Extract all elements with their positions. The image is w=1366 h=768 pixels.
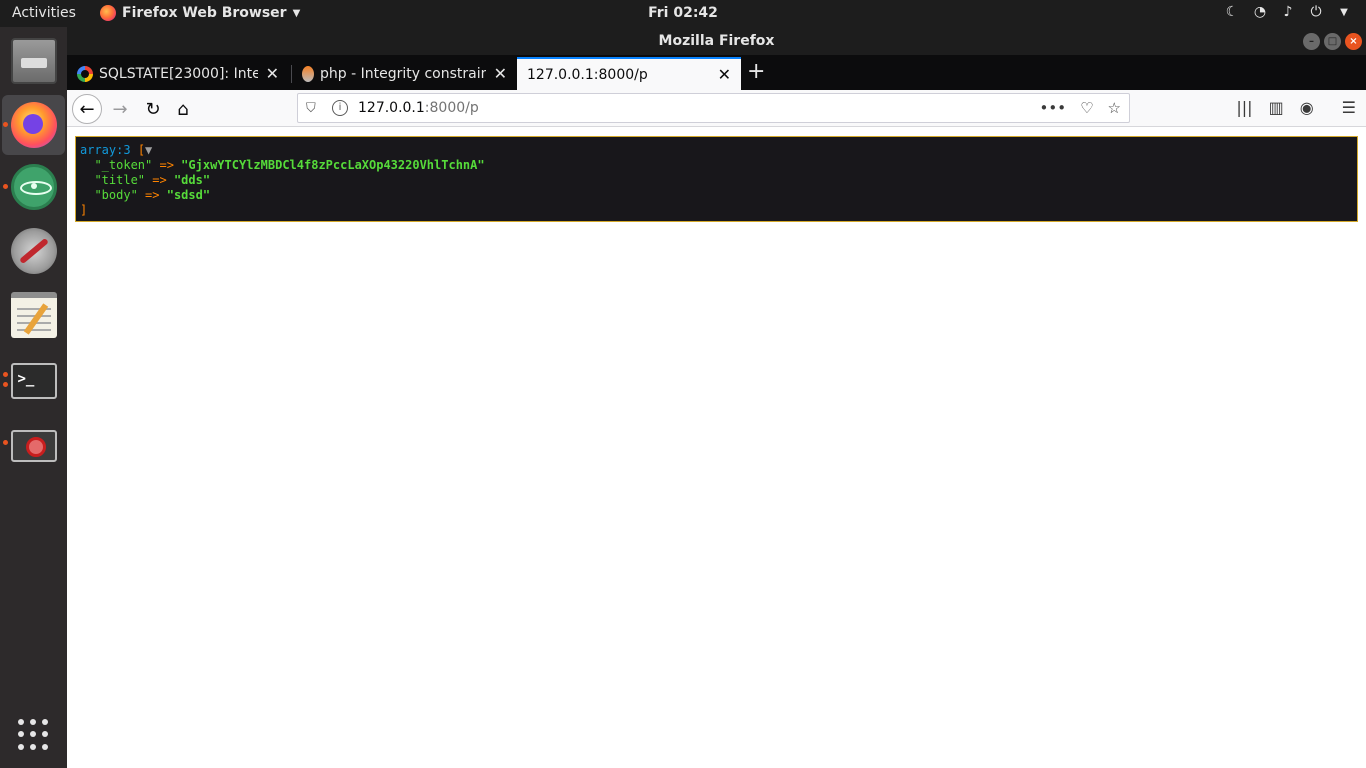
close-tab-icon[interactable]: ✕ (266, 64, 279, 83)
stackoverflow-icon (302, 65, 314, 82)
home-button[interactable]: ⌂ (168, 94, 198, 124)
window-titlebar: Mozilla Firefox – □ × (67, 27, 1366, 55)
app-grid-icon (17, 719, 50, 751)
maximize-button[interactable]: □ (1324, 33, 1341, 50)
window-title: Mozilla Firefox (658, 33, 775, 49)
tracking-shield-icon[interactable]: ⛉ (306, 101, 322, 116)
back-button[interactable]: ← (72, 94, 102, 124)
firefox-icon (100, 5, 116, 21)
dump-key: "_token" (94, 158, 153, 172)
wifi-icon[interactable]: ◔ (1252, 4, 1268, 20)
tab-localhost[interactable]: 127.0.0.1:8000/p ✕ (517, 57, 741, 90)
night-light-icon[interactable]: ☾ (1224, 4, 1240, 20)
tab-stackoverflow[interactable]: php - Integrity constraint ✕ (292, 57, 517, 90)
page-actions-icon[interactable]: ••• (1040, 99, 1067, 117)
files-icon (10, 38, 57, 84)
running-indicator (3, 372, 8, 377)
activities-button[interactable]: Activities (12, 5, 76, 21)
dump-value: "dds" (173, 173, 211, 187)
close-window-button[interactable]: × (1345, 33, 1362, 50)
dock-text-editor[interactable] (0, 283, 67, 347)
dock-terminal[interactable] (0, 347, 67, 411)
bookmark-star-icon[interactable]: ☆ (1108, 99, 1121, 117)
show-applications-button[interactable] (0, 703, 67, 767)
dump-key: "title" (94, 173, 146, 187)
dock-firefox[interactable] (0, 93, 67, 157)
dump-arrow: => (152, 173, 167, 187)
tab-bar: SQLSTATE[23000]: Integr ✕ php - Integrit… (67, 55, 1366, 90)
sidebar-icon[interactable]: ▥ (1269, 98, 1284, 117)
dock-settings[interactable] (0, 219, 67, 283)
dump-toggle[interactable]: ▼ (145, 143, 152, 157)
app-menu-label: Firefox Web Browser (122, 5, 287, 21)
settings-tools-icon (10, 228, 57, 274)
tab-label: 127.0.0.1:8000/p (527, 66, 648, 83)
page-content: array:3 [▼ "_token" => "GjxwYTCYlzMBDCl4… (67, 127, 1366, 768)
google-icon (77, 65, 93, 82)
menu-hamburger-icon[interactable]: ☰ (1342, 98, 1356, 117)
minimize-button[interactable]: – (1303, 33, 1320, 50)
power-icon[interactable]: ⏻ (1308, 4, 1324, 20)
running-indicator (3, 184, 8, 189)
dock (0, 27, 67, 768)
close-tab-icon[interactable]: ✕ (494, 64, 507, 83)
running-indicator (3, 122, 8, 127)
running-indicator (3, 440, 8, 445)
firefox-icon (10, 102, 57, 148)
new-tab-button[interactable]: + (747, 59, 765, 84)
url-bar[interactable]: ⛉ i 127.0.0.1:8000/p ••• ♡ ☆ (297, 93, 1130, 123)
window-controls: – □ × (1303, 33, 1362, 50)
tab-sqlstate[interactable]: SQLSTATE[23000]: Integr ✕ (67, 57, 289, 90)
terminal-icon (10, 363, 57, 399)
site-info-icon[interactable]: i (332, 100, 348, 116)
nav-toolbar: ← → ↻ ⌂ ⛉ i 127.0.0.1:8000/p ••• ♡ ☆ |||… (67, 90, 1366, 127)
close-tab-icon[interactable]: ✕ (718, 65, 731, 84)
forward-button[interactable]: → (105, 94, 135, 124)
dump-arrow: => (145, 188, 160, 202)
tab-label: php - Integrity constraint (320, 65, 486, 82)
dump-open-bracket: [ (137, 143, 146, 157)
system-tray[interactable]: ☾ ◔ ♪ ⏻ ▼ (1224, 4, 1352, 20)
dump-value: "GjxwYTCYlzMBDCl4f8zPccLaXOp43220VhlTchn… (181, 158, 485, 172)
var-dump: array:3 [▼ "_token" => "GjxwYTCYlzMBDCl4… (75, 136, 1358, 222)
pocket-icon[interactable]: ♡ (1080, 99, 1093, 117)
dock-atom[interactable] (0, 155, 67, 219)
library-icon[interactable]: ||| (1236, 98, 1252, 117)
url-actions: ••• ♡ ☆ (1040, 99, 1121, 117)
dump-close-bracket: ] (80, 203, 88, 217)
caret-down-icon: ▼ (292, 7, 301, 19)
url-path: :8000/p (424, 100, 479, 116)
tab-label: SQLSTATE[23000]: Integr (99, 65, 258, 82)
volume-icon[interactable]: ♪ (1280, 4, 1296, 20)
dump-arrow: => (159, 158, 174, 172)
dock-files[interactable] (0, 29, 67, 93)
gnome-top-bar: Activities Firefox Web Browser ▼ Fri 02:… (0, 0, 1366, 27)
dump-type: array:3 (80, 143, 131, 157)
reload-button[interactable]: ↻ (138, 94, 168, 124)
blocked-app-icon (10, 430, 57, 462)
url-host: 127.0.0.1 (358, 100, 425, 116)
running-indicator (3, 382, 8, 387)
text-editor-icon (10, 292, 57, 338)
app-menu[interactable]: Firefox Web Browser ▼ (100, 5, 300, 21)
atom-icon (10, 164, 57, 210)
dump-key: "body" (94, 188, 138, 202)
dump-value: "sdsd" (166, 188, 211, 202)
toolbar-right: ||| ▥ ◉ ☰ (1236, 98, 1356, 117)
account-icon[interactable]: ◉ (1300, 98, 1314, 117)
dock-unknown-app[interactable] (0, 411, 67, 475)
caret-down-icon[interactable]: ▼ (1336, 7, 1352, 18)
